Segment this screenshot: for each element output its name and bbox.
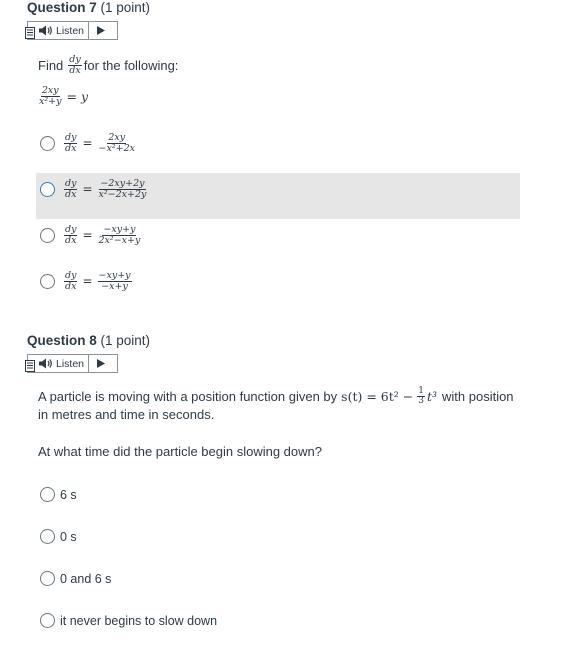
radio-button[interactable] [40,135,55,151]
deriv-den: dx [69,64,81,76]
question-8-text-line1: A particle is moving with a position fun… [38,386,514,407]
option-lhs-den: dx [65,142,77,154]
option-rhs-den: x²−2x+2y [98,188,147,200]
q7-option-2[interactable]: dy dx = −2xy+2y x²−2x+2y [40,179,147,200]
speaker-icon [39,25,52,36]
question-8-text-line2: in metres and time in seconds. [38,407,215,422]
q7-option-4[interactable]: dy dx = −xy+y −x+y [40,271,132,292]
fraction-den: 3 [418,396,424,407]
question-7-prompt: Find dy dx for the following: [38,55,178,76]
function-lhs: s(t) = 6t² − [341,389,414,405]
q8-option-4[interactable]: it never begins to slow down [40,613,217,628]
function-rhs: t³ [426,389,437,405]
option-lhs: dy dx [64,271,78,292]
question-title: Question 7 [27,0,97,15]
option-rhs: 2xy −x²+2x [98,133,137,154]
option-equals: = [82,228,93,243]
q7-option-3[interactable]: dy dx = −xy+y 2x²−x+y [40,225,141,246]
question-points: (1 point) [100,0,151,15]
option-lhs-den: dx [65,188,77,200]
option-rhs: −xy+y 2x²−x+y [98,225,142,246]
prompt-rest: for the following: [83,57,179,73]
option-equals: = [82,274,93,289]
option-lhs-den: dx [65,234,77,246]
option-rhs: −xy+y −x+y [97,271,132,292]
speaker-icon [39,358,52,369]
document-icon [25,360,35,372]
radio-button[interactable] [40,487,55,502]
option-lhs: dy dx [64,225,78,246]
listen-button[interactable]: Listen [28,22,90,39]
listen-toolbar: Listen [25,21,118,40]
option-label: 0 and 6 s [60,571,112,586]
option-rhs: −2xy+2y x²−2x+2y [98,179,148,200]
document-icon [25,27,35,39]
question-8-question: At what time did the particle begin slow… [38,444,322,459]
q7-option-1[interactable]: dy dx = 2xy −x²+2x [40,133,136,154]
option-rhs-den: −x+y [101,280,128,292]
question-8-header: Question 8 (1 point) [27,333,150,348]
listen-button[interactable]: Listen [28,355,90,372]
q8-option-3[interactable]: 0 and 6 s [40,571,111,586]
option-label: it never begins to slow down [60,613,218,628]
option-lhs-den: dx [65,280,77,292]
play-icon [97,359,106,368]
radio-button[interactable] [40,571,55,586]
question-7-header: Question 7 (1 point) [27,0,150,15]
option-rhs-den: 2x²−x+y [98,234,141,246]
option-equals: = [82,182,93,197]
question-title: Question 8 [27,333,97,348]
derivative-fraction: dy dx [68,55,82,76]
radio-button[interactable] [40,529,55,544]
radio-button[interactable] [40,273,55,289]
equation-den: x²+y [39,95,62,107]
listen-label: Listen [56,357,85,370]
q8-option-1[interactable]: 6 s [40,487,77,502]
listen-label: Listen [56,24,85,37]
option-equals: = [82,136,93,151]
equation-rhs: = y [66,88,89,104]
radio-button[interactable] [40,613,55,628]
q8-option-2[interactable]: 0 s [40,529,77,544]
option-lhs: dy dx [64,179,78,200]
prompt-find: Find [38,57,64,73]
function-fraction: 1 3 [417,386,425,407]
option-label: 0 s [60,529,77,544]
option-lhs: dy dx [64,133,78,154]
question-points: (1 point) [100,333,151,348]
option-rhs-den: −x²+2x [98,142,136,154]
play-button[interactable] [89,22,113,39]
equation-fraction: 2xy x²+y [38,86,63,107]
play-icon [97,26,106,35]
listen-toolbar: Listen [25,354,118,373]
radio-button[interactable] [40,181,55,197]
radio-button[interactable] [40,227,55,243]
question-7-equation: 2xy x²+y = y [38,86,88,107]
option-label: 6 s [60,487,77,502]
text-after: with position [442,389,514,405]
text-before: A particle is moving with a position fun… [38,389,338,405]
play-button[interactable] [89,355,113,372]
